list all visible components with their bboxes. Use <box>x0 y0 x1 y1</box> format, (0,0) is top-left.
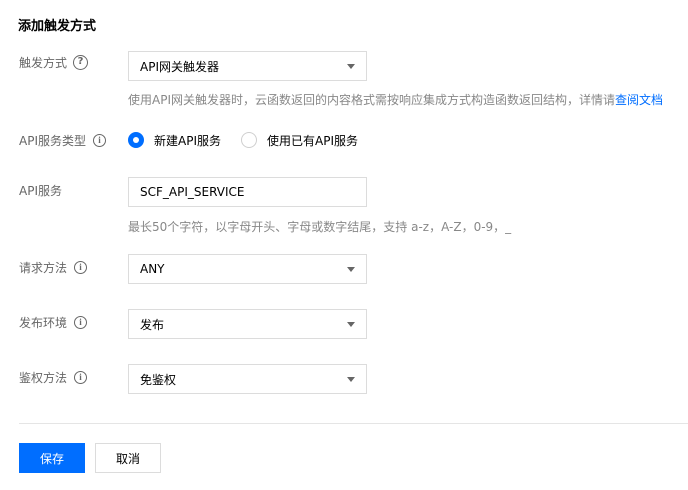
release-env-select[interactable]: 发布 <box>128 309 367 339</box>
caret-down-icon <box>347 377 355 382</box>
radio-new-api-service[interactable]: 新建API服务 <box>128 132 221 149</box>
api-service-hint: 最长50个字符，以字母开头、字母或数字结尾，支持 a-z，A-Z，0-9，_ <box>128 220 512 234</box>
request-method-label-text: 请求方法 <box>19 260 68 275</box>
request-method-select[interactable]: ANY <box>128 254 367 284</box>
api-service-label-text: API服务 <box>19 183 62 198</box>
trigger-type-label: 触发方式 ? <box>19 53 89 71</box>
trigger-type-select[interactable]: API网关触发器 <box>128 51 367 81</box>
auth-method-value: 免鉴权 <box>140 372 177 387</box>
api-service-type-radio-group: 新建API服务 使用已有API服务 <box>128 131 378 149</box>
radio-new-api-service-label: 新建API服务 <box>154 133 221 148</box>
auth-method-label-text: 鉴权方法 <box>19 370 68 385</box>
info-icon[interactable]: i <box>74 260 88 274</box>
caret-down-icon <box>347 64 355 69</box>
help-icon[interactable]: ? <box>73 54 89 70</box>
view-docs-link[interactable]: 查阅文档 <box>615 93 663 107</box>
api-service-type-label-text: API服务类型 <box>19 133 86 148</box>
page-title: 添加触发方式 <box>18 19 97 34</box>
release-env-value: 发布 <box>140 317 165 332</box>
auth-method-select[interactable]: 免鉴权 <box>128 364 367 394</box>
request-method-value: ANY <box>140 262 165 276</box>
info-icon[interactable]: i <box>74 370 88 384</box>
auth-method-label: 鉴权方法 i <box>19 368 88 386</box>
api-service-type-label: API服务类型 i <box>19 131 106 149</box>
info-icon[interactable]: i <box>93 133 106 147</box>
trigger-type-label-text: 触发方式 <box>19 55 68 70</box>
footer-divider <box>19 423 688 424</box>
caret-down-icon <box>347 267 355 272</box>
trigger-type-hint-text: 使用API网关触发器时，云函数返回的内容格式需按响应集成方式构造函数返回结构，详… <box>128 93 615 107</box>
caret-down-icon <box>347 322 355 327</box>
info-icon[interactable]: i <box>74 315 88 329</box>
cancel-button[interactable]: 取消 <box>95 443 161 473</box>
api-service-input[interactable] <box>128 177 367 207</box>
release-env-label-text: 发布环境 <box>19 315 68 330</box>
release-env-label: 发布环境 i <box>19 313 88 331</box>
trigger-type-value: API网关触发器 <box>140 59 219 74</box>
request-method-label: 请求方法 i <box>19 258 88 276</box>
radio-unchecked-icon <box>241 132 257 148</box>
trigger-type-hint: 使用API网关触发器时，云函数返回的内容格式需按响应集成方式构造函数返回结构，详… <box>128 91 663 108</box>
save-button[interactable]: 保存 <box>19 443 85 473</box>
api-service-label: API服务 <box>19 181 62 199</box>
radio-existing-api-service[interactable]: 使用已有API服务 <box>241 132 358 149</box>
radio-checked-icon <box>128 132 144 148</box>
radio-existing-api-service-label: 使用已有API服务 <box>267 133 358 148</box>
